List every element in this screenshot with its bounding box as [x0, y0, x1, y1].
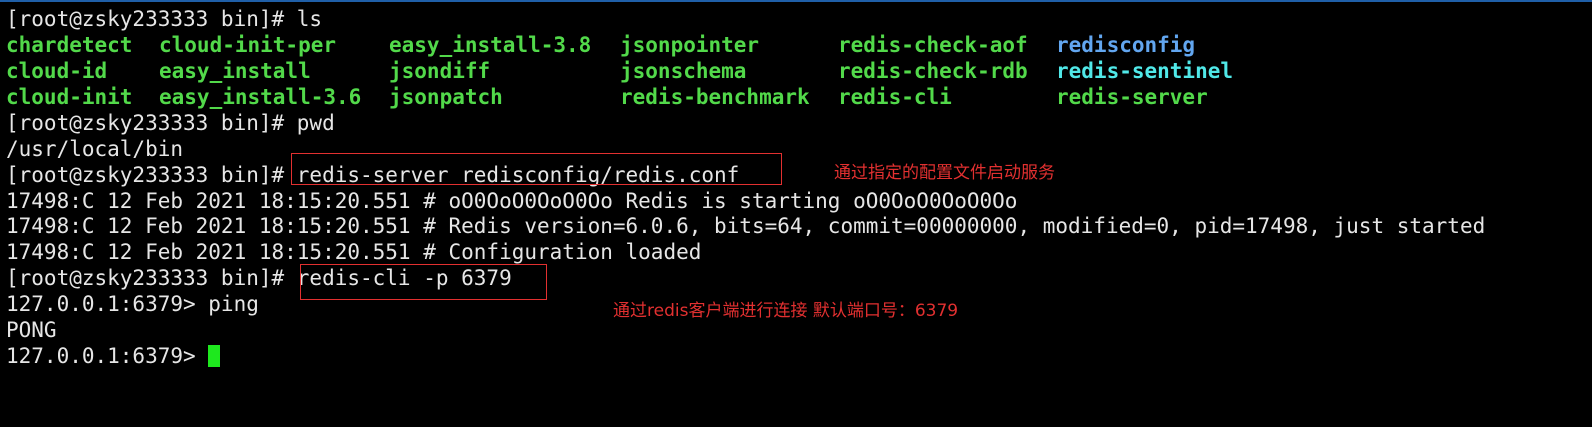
ls-entry: jsonschema [620, 59, 747, 83]
ls-entry: redis-benchmark [620, 85, 810, 109]
ls-entry-directory: redisconfig [1056, 33, 1196, 57]
ls-output-row-2: cloud-id easy_install jsondiff jsonschem… [6, 58, 1566, 84]
text-cursor [208, 345, 221, 367]
ls-entry-symlink: redis-sentinel [1056, 59, 1234, 83]
ls-entry: cloud-init [6, 85, 133, 109]
prompt-line-ls: [root@zsky233333 bin]# ls [6, 7, 323, 31]
output-line-path: /usr/local/bin [6, 137, 184, 161]
ls-output-row-1: chardetect cloud-init-per easy_install-3… [6, 32, 1566, 58]
output-line-pong: PONG [6, 318, 57, 342]
ls-entry: jsonpointer [620, 33, 760, 57]
ls-entry: chardetect [6, 33, 133, 57]
ls-entry: easy_install [159, 59, 311, 83]
highlight-box-redis-cli-command [300, 264, 547, 300]
annotation-connect-client: 通过redis客户端进行连接 默认端口号：6379 [613, 301, 959, 321]
log-line-version: 17498:C 12 Feb 2021 18:15:20.551 # Redis… [6, 214, 1486, 238]
redis-prompt-ping: 127.0.0.1:6379> ping [6, 292, 259, 316]
ls-entry: redis-check-rdb [838, 59, 1028, 83]
ls-output-row-3: cloud-init easy_install-3.6 jsonpatch re… [6, 84, 1566, 110]
annotation-start-with-config: 通过指定的配置文件启动服务 [834, 163, 1055, 183]
terminal-window[interactable]: [root@zsky233333 bin]# ls chardetect clo… [0, 0, 1592, 427]
ls-entry: easy_install-3.8 [389, 33, 592, 57]
ls-entry: jsondiff [389, 59, 491, 83]
redis-prompt-text: 127.0.0.1:6379> [6, 344, 209, 368]
ls-entry: cloud-id [6, 59, 108, 83]
redis-prompt-active[interactable]: 127.0.0.1:6379> [6, 343, 221, 369]
ls-entry: redis-cli [838, 85, 952, 109]
ls-entry: redis-server [1056, 85, 1208, 109]
ls-entry: cloud-init-per [159, 33, 337, 57]
log-line-config-loaded: 17498:C 12 Feb 2021 18:15:20.551 # Confi… [6, 240, 702, 264]
ls-entry: redis-check-aof [838, 33, 1028, 57]
prompt-line-pwd: [root@zsky233333 bin]# pwd [6, 111, 335, 135]
ls-entry: easy_install-3.6 [159, 85, 362, 109]
highlight-box-redis-server-command [291, 153, 782, 185]
log-line-starting: 17498:C 12 Feb 2021 18:15:20.551 # oO0Oo… [6, 189, 1018, 213]
ls-entry: jsonpatch [389, 85, 503, 109]
